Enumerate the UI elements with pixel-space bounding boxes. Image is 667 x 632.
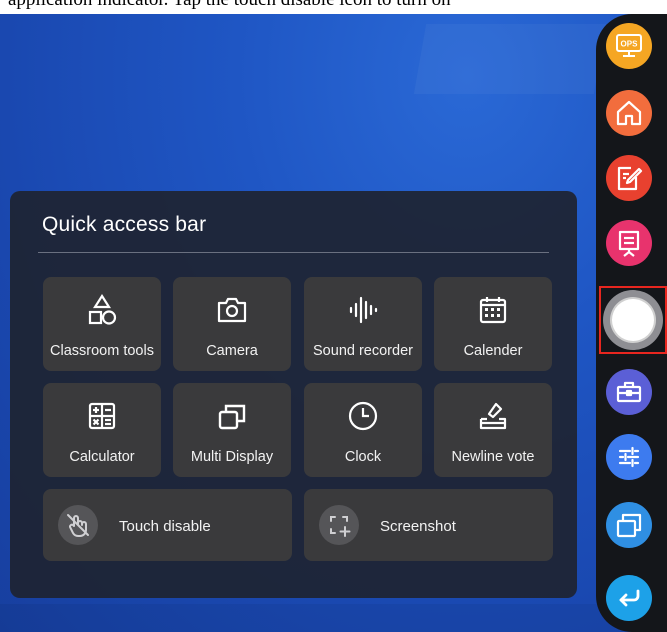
camera-icon [173, 293, 291, 327]
tile-calculator[interactable]: Calculator [43, 383, 161, 477]
shapes-icon [43, 293, 161, 327]
presentation-icon [618, 230, 640, 257]
tile-label: Camera [206, 343, 258, 359]
ops-monitor-icon: OPS [616, 34, 642, 57]
tile-label: Newline vote [451, 449, 535, 465]
tile-label: Calender [463, 343, 523, 359]
tile-calendar[interactable]: Calender [434, 277, 552, 371]
tile-label: Sound recorder [313, 343, 413, 359]
back-button[interactable] [606, 575, 652, 621]
tile-newline-vote[interactable]: Newline vote [434, 383, 552, 477]
ops-label: OPS [621, 40, 639, 49]
tile-sound-recorder[interactable]: Sound recorder [304, 277, 422, 371]
tile-clock[interactable]: Clock [304, 383, 422, 477]
home-icon [616, 100, 642, 126]
touch-disable-icon [58, 505, 98, 545]
circle-button-icon [612, 299, 654, 341]
tile-classroom-tools[interactable]: Classroom tools [43, 277, 161, 371]
note-button[interactable] [606, 155, 652, 201]
windows-button[interactable] [606, 502, 652, 548]
quick-access-panel: Quick access bar Classroom tools Camera [10, 191, 577, 598]
multi-display-icon [173, 399, 291, 433]
tile-label: Multi Display [190, 449, 274, 465]
caption-text: application indicator. Tap the touch dis… [8, 0, 451, 11]
panel-divider [38, 252, 549, 253]
home-button[interactable] [606, 90, 652, 136]
back-arrow-icon [619, 589, 640, 607]
clock-icon [304, 399, 422, 433]
sound-wave-icon [304, 293, 422, 327]
ops-button[interactable]: OPS [606, 23, 652, 69]
tile-multi-display[interactable]: Multi Display [173, 383, 291, 477]
toolbox-icon [616, 381, 642, 403]
touch-disable-button[interactable]: Touch disable [43, 489, 292, 561]
screenshot-label: Screenshot [380, 518, 456, 535]
calendar-icon [434, 293, 552, 327]
tile-camera[interactable]: Camera [173, 277, 291, 371]
panel-title: Quick access bar [42, 213, 207, 236]
tile-label: Calculator [69, 449, 135, 465]
vote-icon [434, 399, 552, 433]
settings-button[interactable] [606, 434, 652, 480]
quick-access-toggle-button[interactable] [603, 290, 663, 350]
screenshot-icon [319, 505, 359, 545]
calculator-icon [43, 399, 161, 433]
touch-disable-label: Touch disable [119, 518, 211, 535]
tile-label: Classroom tools [50, 343, 154, 359]
sliders-icon [618, 446, 640, 468]
edit-note-icon [617, 166, 643, 191]
windows-icon [616, 513, 642, 538]
tile-label: Clock [344, 449, 382, 465]
toolbox-button[interactable] [606, 369, 652, 415]
top-caption: application indicator. Tap the touch dis… [0, 0, 667, 14]
presentation-button[interactable] [606, 220, 652, 266]
screenshot-button[interactable]: Screenshot [304, 489, 553, 561]
